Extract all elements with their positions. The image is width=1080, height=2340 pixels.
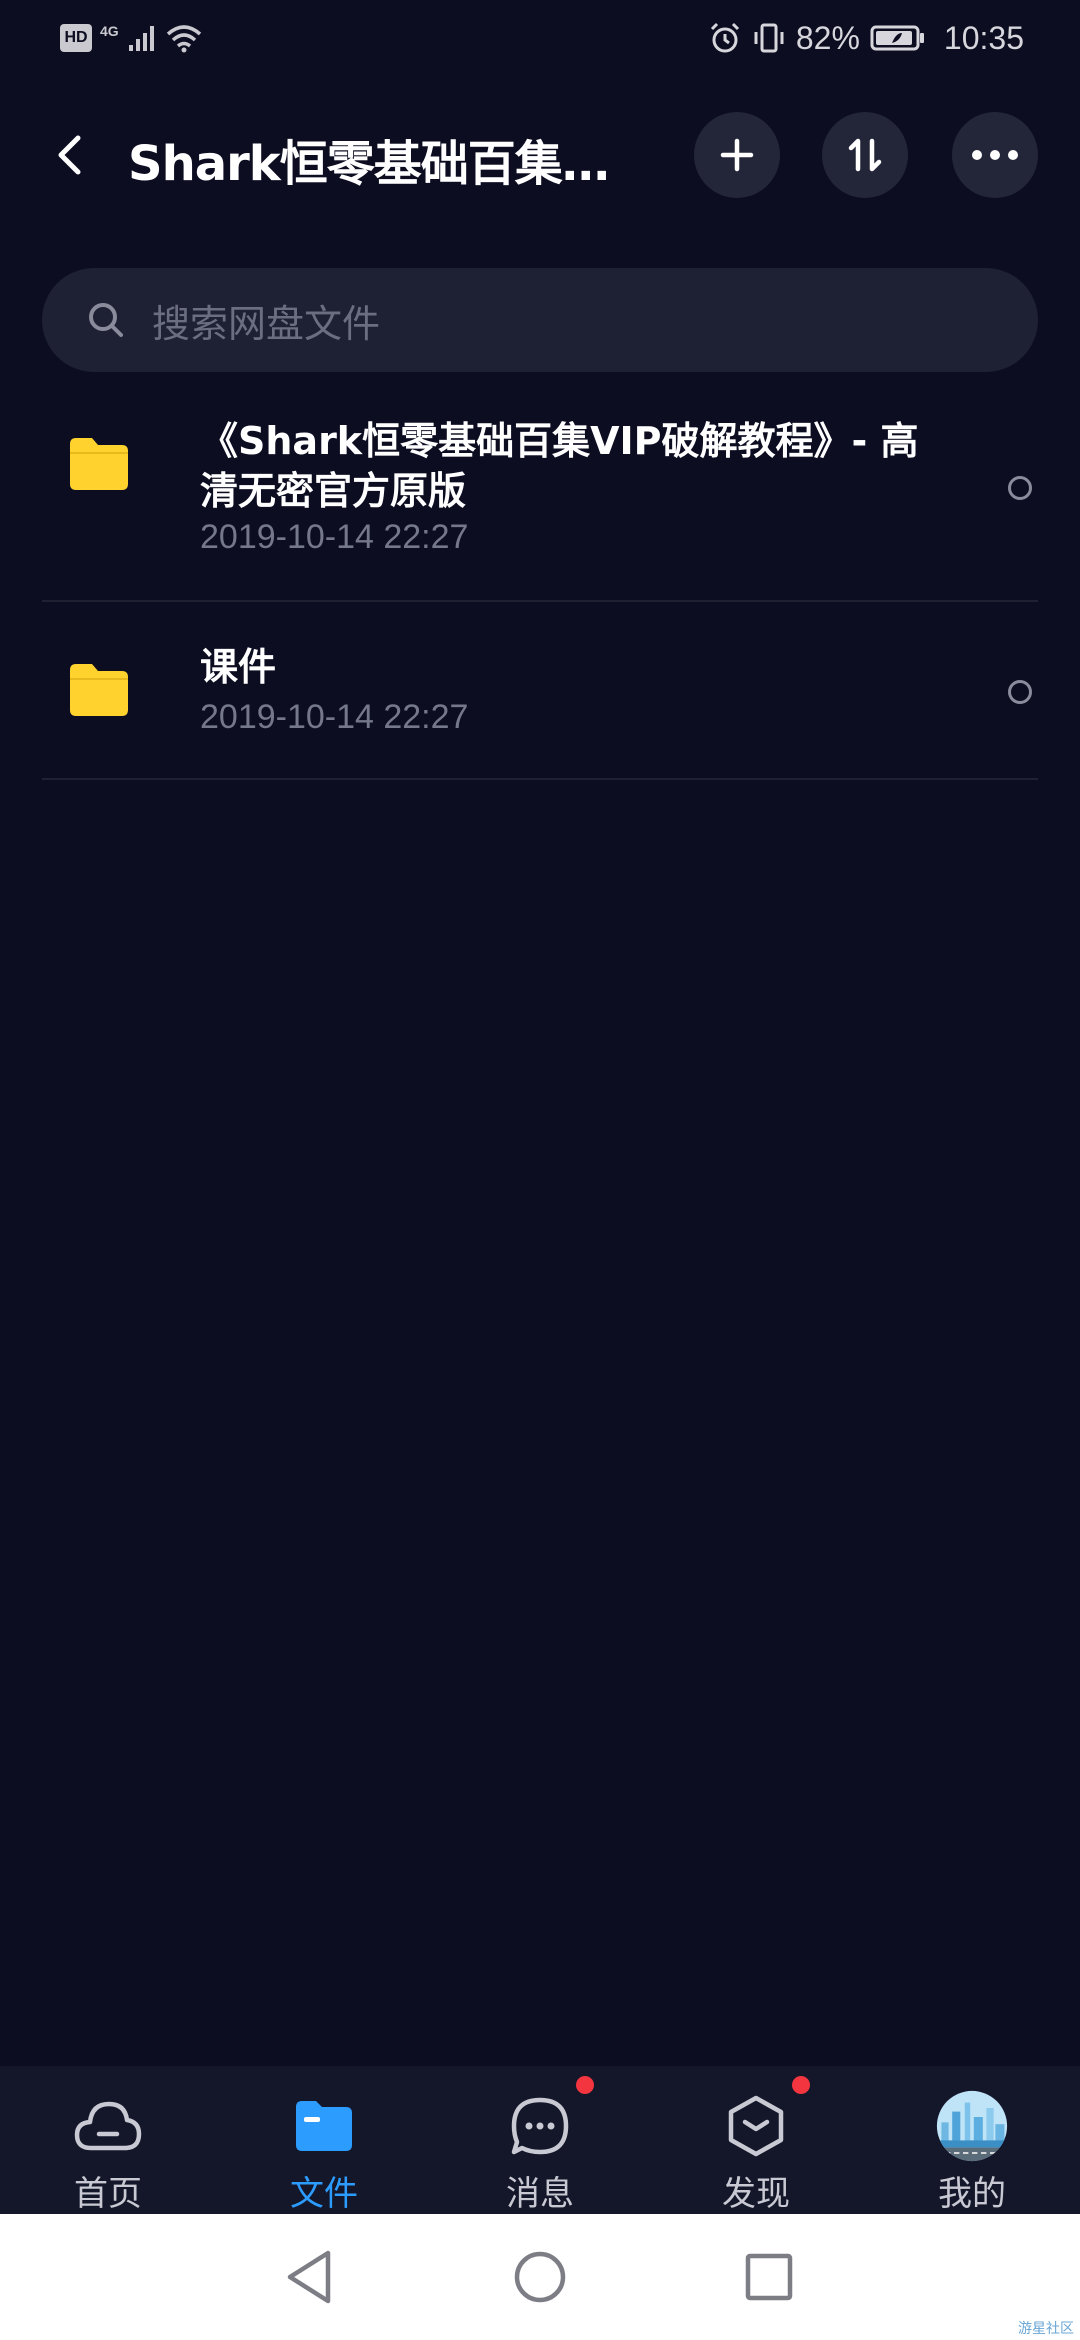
system-nav-bar: 游星社区 <box>0 2214 1080 2340</box>
system-back-button[interactable] <box>274 2242 344 2312</box>
search-placeholder: 搜索网盘文件 <box>152 301 381 346</box>
nav-label-discover: 发现 <box>722 2174 790 2214</box>
discover-badge <box>792 2076 810 2094</box>
more-icon <box>972 150 1018 160</box>
select-radio[interactable] <box>1008 476 1032 500</box>
triangle-back-icon <box>287 2250 331 2304</box>
search-input[interactable]: 搜索网盘文件 <box>42 268 1038 372</box>
nav-label-me: 我的 <box>938 2174 1006 2214</box>
back-arrow-icon <box>58 135 81 175</box>
add-button[interactable] <box>694 112 780 198</box>
clock: 10:35 <box>943 19 1024 56</box>
nav-label-home: 首页 <box>74 2174 142 2214</box>
nav-files[interactable]: 文件 <box>216 2066 432 2214</box>
message-badge <box>576 2076 594 2094</box>
battery-percent: 82% <box>795 19 860 56</box>
status-bar: HD 4G 82% 10:35 <box>0 0 1080 76</box>
cloud-icon <box>72 2090 144 2162</box>
nav-discover[interactable]: 发现 <box>648 2066 864 2214</box>
network-type: 4G <box>100 23 119 39</box>
alarm-icon <box>710 22 739 53</box>
system-home-button[interactable] <box>505 2242 575 2312</box>
folder-icon <box>288 2090 360 2162</box>
file-name: 《Shark恒零基础百集VIP破解教程》- 高清无密官方原版 <box>200 419 919 513</box>
file-name: 课件 <box>200 645 277 689</box>
hd-badge: HD <box>60 24 92 52</box>
bottom-nav: 首页 文件 消息 发现 我的 <box>0 2066 1080 2214</box>
search-icon <box>89 303 123 337</box>
folder-icon <box>70 664 128 716</box>
signal-icon <box>128 26 154 51</box>
square-recents-icon <box>745 2253 793 2301</box>
list-item[interactable]: 课件 2019-10-14 22:27 <box>42 602 1038 780</box>
file-date: 2019-10-14 22:27 <box>200 698 469 736</box>
folder-icon <box>70 438 128 490</box>
system-recents-button[interactable] <box>734 2242 804 2312</box>
status-left: HD 4G <box>60 18 203 58</box>
wifi-icon <box>166 25 201 53</box>
nav-label-messages: 消息 <box>506 2174 574 2214</box>
cube-icon <box>720 2090 792 2162</box>
battery-icon <box>870 25 924 51</box>
select-radio[interactable] <box>1008 680 1032 704</box>
more-button[interactable] <box>952 112 1038 198</box>
page-title: Shark恒零基础百集VI... <box>128 136 638 192</box>
plus-icon <box>720 138 754 172</box>
sort-button[interactable] <box>822 112 908 198</box>
nav-label-files: 文件 <box>290 2174 358 2214</box>
nav-messages[interactable]: 消息 <box>432 2066 648 2214</box>
chat-icon <box>504 2090 576 2162</box>
vibrate-icon <box>754 23 784 53</box>
sort-icon <box>848 138 882 172</box>
header: Shark恒零基础百集VI... <box>0 110 1080 200</box>
avatar <box>936 2090 1008 2162</box>
file-date: 2019-10-14 22:27 <box>200 518 469 556</box>
status-right: 82% 10:35 <box>708 14 1024 62</box>
list-item[interactable]: 《Shark恒零基础百集VIP破解教程》- 高清无密官方原版 2019-10-1… <box>42 402 1038 602</box>
nav-home[interactable]: 首页 <box>0 2066 216 2214</box>
nav-me[interactable]: 我的 <box>864 2066 1080 2214</box>
circle-home-icon <box>514 2251 566 2303</box>
back-button[interactable] <box>44 130 94 180</box>
watermark: 游星社区 <box>1018 2321 1074 2337</box>
